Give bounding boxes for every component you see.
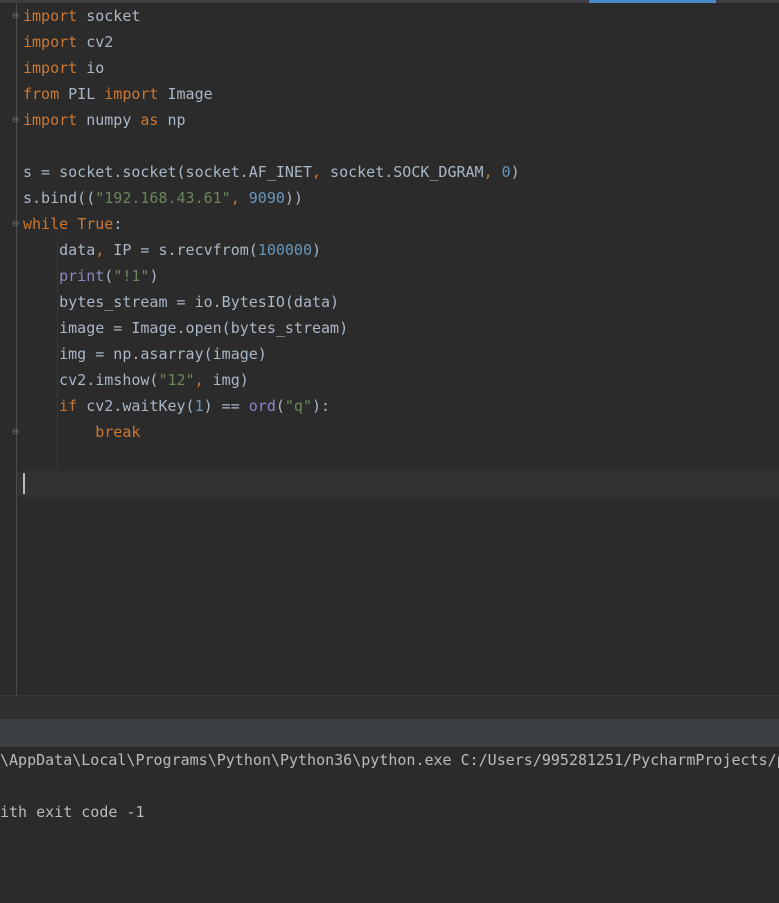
code-token: )) [284, 189, 303, 207]
code-token: bytes_stream = io.BytesIO(data) [23, 293, 340, 311]
code-token: 0 [501, 163, 511, 181]
code-token: import [23, 7, 78, 25]
code-line[interactable]: while True: [23, 211, 520, 237]
code-line[interactable] [23, 471, 520, 497]
code-line[interactable]: data, IP = s.recvfrom(100000) [23, 237, 520, 263]
code-lines[interactable]: import socket import cv2 import io from PIL… [23, 3, 520, 497]
code-token: ): [312, 397, 331, 415]
code-token: : [113, 215, 123, 233]
code-token: "12" [158, 371, 195, 389]
code-token: import [23, 33, 78, 51]
code-token: "!1" [113, 267, 150, 285]
console-exit-line: ith exit code -1 [0, 803, 145, 821]
code-token: io [77, 59, 105, 77]
code-token: PIL [59, 85, 105, 103]
console-command-line: \AppData\Local\Programs\Python\Python36\… [0, 751, 779, 769]
run-panel-header[interactable] [0, 719, 779, 747]
fold-close-icon[interactable]: ⊖ [10, 426, 21, 438]
text-caret [23, 473, 25, 494]
code-token: while [23, 215, 69, 233]
code-line[interactable]: import socket [23, 3, 520, 29]
code-line[interactable]: if cv2.waitKey(1) == ord("q"): [23, 393, 520, 419]
code-line[interactable]: img = np.asarray(image) [23, 341, 520, 367]
code-token: socket.SOCK_DGRAM [321, 163, 484, 181]
code-line[interactable]: import numpy as np [23, 107, 520, 133]
code-token: , [194, 371, 204, 389]
code-token: socket [77, 7, 141, 25]
code-token: , [483, 163, 493, 181]
code-token: cv2.waitKey( [77, 397, 195, 415]
code-token: if [59, 397, 78, 415]
code-token: img = np.asarray(image) [23, 345, 267, 363]
fold-close-icon[interactable]: ⊖ [10, 114, 21, 126]
code-line[interactable]: cv2.imshow("12", img) [23, 367, 520, 393]
code-token: ) [312, 241, 322, 259]
code-token: cv2 [77, 33, 114, 51]
code-token: import [23, 111, 78, 129]
fold-open-icon[interactable]: ⊖ [10, 218, 21, 230]
gutter-separator [16, 3, 17, 695]
code-token: , [95, 241, 105, 259]
code-line[interactable]: s = socket.socket(socket.AF_INET, socket… [23, 159, 520, 185]
code-token: 1 [194, 397, 204, 415]
code-line[interactable]: s.bind(("192.168.43.61", 9090)) [23, 185, 520, 211]
code-token: Image [158, 85, 213, 103]
code-token: ( [104, 267, 114, 285]
code-token: img) [203, 371, 249, 389]
code-token: ) [510, 163, 520, 181]
fold-open-icon[interactable]: ⊖ [10, 10, 21, 22]
code-token: print [59, 267, 105, 285]
run-console[interactable]: \AppData\Local\Programs\Python\Python36\… [0, 747, 779, 903]
code-token: "q" [284, 397, 312, 415]
code-token: np [158, 111, 186, 129]
code-token: , [230, 189, 240, 207]
code-token: numpy [77, 111, 141, 129]
code-token: data [23, 241, 96, 259]
code-token: 100000 [257, 241, 312, 259]
code-line[interactable]: bytes_stream = io.BytesIO(data) [23, 289, 520, 315]
code-token: ord [248, 397, 276, 415]
code-line[interactable]: break [23, 419, 520, 445]
code-token: from [23, 85, 60, 103]
code-token: s.bind(( [23, 189, 96, 207]
code-line[interactable]: print("!1") [23, 263, 520, 289]
code-editor[interactable]: ⊖ ⊖ ⊖ ⊖ import socket import cv2 import io… [0, 3, 779, 695]
code-token: ) == [203, 397, 249, 415]
code-token: ( [275, 397, 285, 415]
code-token: , [311, 163, 322, 181]
code-token: True [77, 215, 114, 233]
code-line[interactable] [23, 133, 520, 159]
code-token: image = Image.open(bytes_stream) [23, 319, 349, 337]
code-line[interactable] [23, 445, 520, 471]
code-line[interactable]: image = Image.open(bytes_stream) [23, 315, 520, 341]
code-token: 9090 [248, 189, 285, 207]
code-token: import [23, 59, 78, 77]
code-token: as [140, 111, 159, 129]
code-token: ) [149, 267, 159, 285]
code-token: import [104, 85, 159, 103]
code-token: cv2.imshow( [23, 371, 159, 389]
editor-bottom-divider [0, 695, 779, 720]
code-line[interactable]: import cv2 [23, 29, 520, 55]
code-token: break [95, 423, 141, 441]
code-token: s = socket.socket(socket.AF_INET [23, 163, 312, 181]
code-line[interactable]: from PIL import Image [23, 81, 520, 107]
code-token: "192.168.43.61" [95, 189, 231, 207]
code-token: IP = s.recvfrom( [104, 241, 258, 259]
code-line[interactable]: import io [23, 55, 520, 81]
